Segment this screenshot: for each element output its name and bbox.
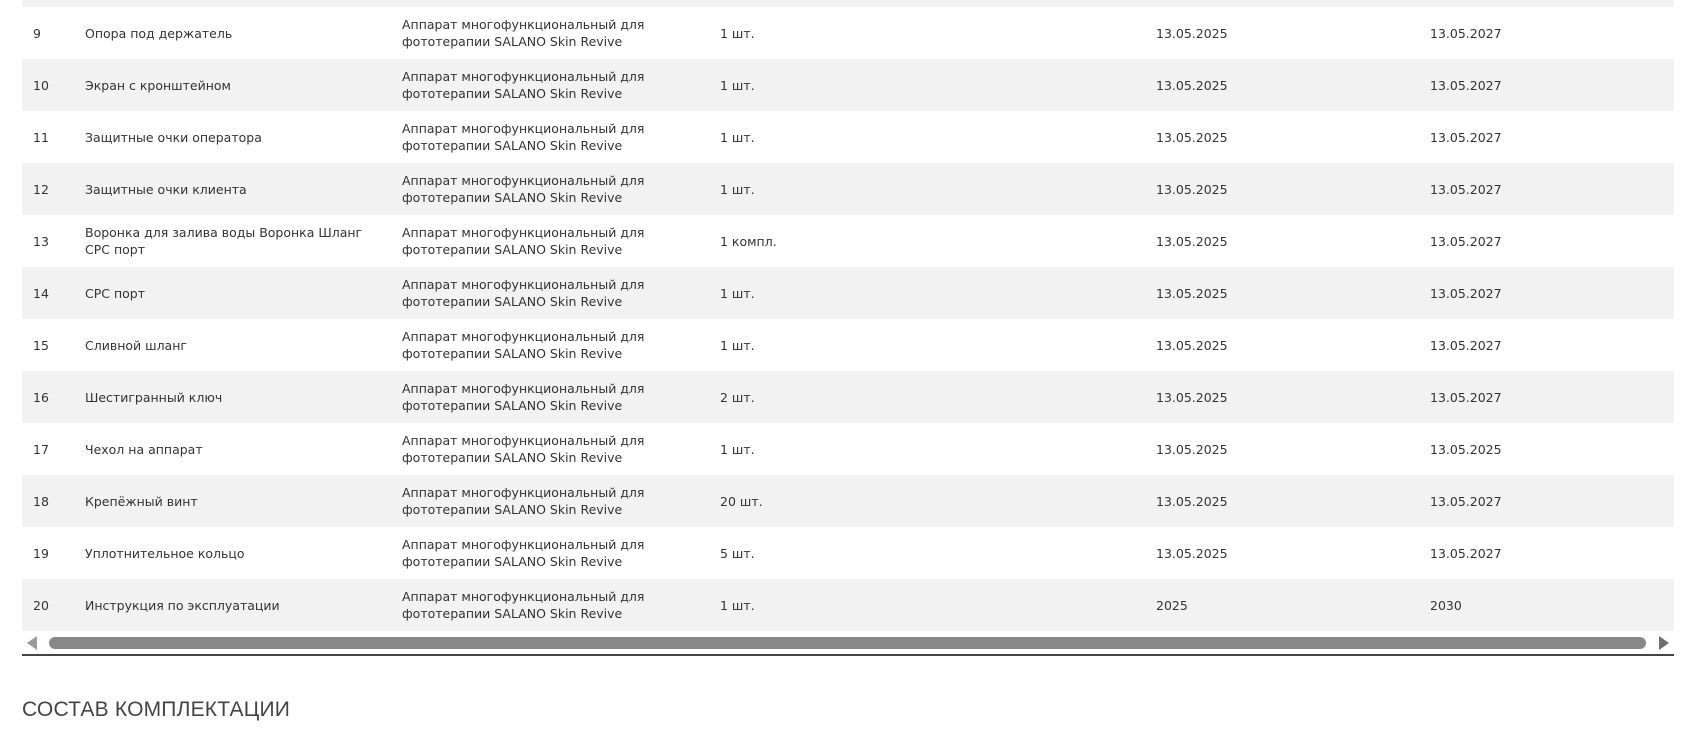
quantity: 20 шт. [720,493,763,509]
table-row: 9 Опора под держатель Аппарат многофункц… [22,7,1674,59]
item-name: Крепёжный винт [85,493,198,509]
date-start: 13.05.2025 [1156,493,1228,509]
row-number: 9 [33,25,41,41]
scroll-right-arrow-icon[interactable] [1659,636,1669,650]
date-start: 13.05.2025 [1156,545,1228,561]
table-row: 19 Уплотнительное кольцо Аппарат многофу… [22,527,1674,579]
device-name: Аппарат многофункциональный для фототерап… [402,121,645,153]
date-start: 13.05.2025 [1156,181,1228,197]
horizontal-scrollbar[interactable] [22,633,1674,653]
device-name: Аппарат многофункциональный для фототерап… [402,69,645,101]
date-end: 13.05.2027 [1430,233,1502,249]
item-name: Шестигранный ключ [85,389,223,405]
date-start: 13.05.2025 [1156,25,1228,41]
quantity: 1 шт. [720,285,755,301]
item-name: Защитные очки оператора [85,129,262,145]
table-row: 16 Шестигранный ключ Аппарат многофункци… [22,371,1674,423]
row-number: 20 [33,597,49,613]
quantity: 1 шт. [720,597,755,613]
row-number: 12 [33,181,49,197]
table-row: 13 Воронка для залива воды Воронка Шланг… [22,215,1674,267]
table-row: 20 Инструкция по эксплуатации Аппарат мн… [22,579,1674,631]
quantity: 2 шт. [720,389,755,405]
table-body: 9 Опора под держатель Аппарат многофункц… [22,7,1674,631]
quantity: 1 шт. [720,77,755,93]
item-name: Защитные очки клиента [85,181,247,197]
date-start: 13.05.2025 [1156,389,1228,405]
item-name: Уплотнительное кольцо [85,545,245,561]
device-name: Аппарат многофункциональный для фототерап… [402,537,645,569]
row-number: 16 [33,389,49,405]
item-name: Сливной шланг [85,337,187,353]
device-name: Аппарат многофункциональный для фототерап… [402,381,645,413]
date-start: 13.05.2025 [1156,129,1228,145]
date-end: 2030 [1430,597,1462,613]
quantity: 1 компл. [720,233,777,249]
device-name: Аппарат многофункциональный для фототерап… [402,173,645,205]
date-start: 13.05.2025 [1156,77,1228,93]
row-number: 19 [33,545,49,561]
date-end: 13.05.2027 [1430,545,1502,561]
date-end: 13.05.2027 [1430,181,1502,197]
device-name: Аппарат многофункциональный для фототерап… [402,17,645,49]
date-end: 13.05.2027 [1430,493,1502,509]
date-end: 13.05.2027 [1430,77,1502,93]
item-name: Воронка для залива воды Воронка Шланг СР… [85,225,363,257]
quantity: 1 шт. [720,441,755,457]
date-end: 13.05.2025 [1430,441,1502,457]
date-start: 13.05.2025 [1156,441,1228,457]
row-number: 10 [33,77,49,93]
date-end: 13.05.2027 [1430,285,1502,301]
table-row: 11 Защитные очки оператора Аппарат много… [22,111,1674,163]
date-end: 13.05.2027 [1430,129,1502,145]
item-name: СРС порт [85,285,146,301]
table-row: 15 Сливной шланг Аппарат многофункционал… [22,319,1674,371]
row-number: 11 [33,129,49,145]
item-name: Экран с кронштейном [85,77,231,93]
date-start: 13.05.2025 [1156,233,1228,249]
device-name: Аппарат многофункциональный для фототерап… [402,277,645,309]
row-number: 15 [33,337,49,353]
section-title: СОСТАВ КОМПЛЕКТАЦИИ [22,698,291,721]
row-number: 18 [33,493,49,509]
table-row: 10 Экран с кронштейном Аппарат многофунк… [22,59,1674,111]
device-name: Аппарат многофункциональный для фототерап… [402,329,645,361]
item-name: Опора под держатель [85,25,233,41]
quantity: 1 шт. [720,129,755,145]
table-row: 18 Крепёжный винт Аппарат многофункциона… [22,475,1674,527]
page: 9 Опора под держатель Аппарат многофункц… [0,0,1683,734]
scroll-left-arrow-icon[interactable] [27,636,37,650]
date-end: 13.05.2027 [1430,337,1502,353]
row-number: 17 [33,441,49,457]
item-name: Инструкция по эксплуатации [85,597,280,613]
quantity: 1 шт. [720,25,755,41]
device-name: Аппарат многофункциональный для фототерап… [402,433,645,465]
previous-row-edge [22,0,1674,7]
device-name: Аппарат многофункциональный для фототерап… [402,225,645,257]
quantity: 1 шт. [720,181,755,197]
table-row: 12 Защитные очки клиента Аппарат многофу… [22,163,1674,215]
row-number: 14 [33,285,49,301]
scrollbar-thumb[interactable] [49,637,1646,649]
date-end: 13.05.2027 [1430,25,1502,41]
table-row: 14 СРС порт Аппарат многофункциональный … [22,267,1674,319]
quantity: 5 шт. [720,545,755,561]
table-row: 17 Чехол на аппарат Аппарат многофункцио… [22,423,1674,475]
device-name: Аппарат многофункциональный для фототерап… [402,485,645,517]
row-number: 13 [33,233,49,249]
date-start: 2025 [1156,597,1188,613]
device-name: Аппарат многофункциональный для фототерап… [402,589,645,621]
date-start: 13.05.2025 [1156,285,1228,301]
quantity: 1 шт. [720,337,755,353]
date-start: 13.05.2025 [1156,337,1228,353]
equipment-table: 9 Опора под держатель Аппарат многофункц… [22,0,1674,631]
date-end: 13.05.2027 [1430,389,1502,405]
section-divider [22,654,1674,656]
item-name: Чехол на аппарат [85,441,203,457]
